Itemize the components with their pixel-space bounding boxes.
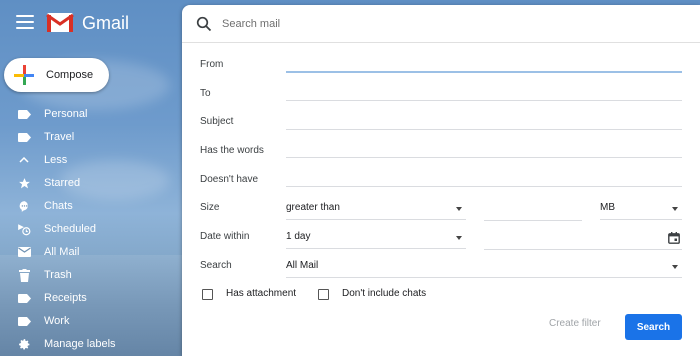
compose-button[interactable]: Compose [4,58,109,92]
search-in-select[interactable]: All Mail [286,256,682,278]
trash-icon [17,268,31,282]
size-unit-select[interactable]: MB [600,198,682,220]
calendar-icon[interactable] [668,231,680,244]
from-label: From [200,59,224,70]
search-icon[interactable] [196,16,212,32]
sidebar-item-label: Trash [44,269,72,281]
sidebar-item-label: Travel [44,131,75,143]
star-icon [17,176,31,190]
sidebar-item-receipts[interactable]: Receipts [0,287,180,309]
doesnt-have-field[interactable] [286,186,682,187]
has-attachment-label: Has attachment [226,288,297,299]
label-icon [17,314,31,328]
mail-icon [17,245,31,259]
date-within-value: 1 day [286,231,311,242]
dropdown-caret-icon [672,207,678,211]
dropdown-caret-icon [672,265,678,269]
sidebar-item-travel[interactable]: Travel [0,126,180,148]
advanced-search-panel: From To Subject Has the words Doesn't ha… [182,5,700,356]
dropdown-caret-icon [456,236,462,240]
search-input[interactable] [222,14,682,34]
has-words-label: Has the words [200,145,264,156]
sidebar-item-all-mail[interactable]: All Mail [0,241,180,263]
size-value-field[interactable] [484,220,582,221]
create-filter-button[interactable]: Create filter [549,318,601,329]
search-in-label: Search [200,260,232,271]
sidebar-item-label: Personal [44,108,88,120]
scheduled-icon [17,222,31,236]
chevron-up-icon [17,153,31,167]
gmail-logo-icon[interactable] [46,11,74,33]
gear-icon [17,337,31,351]
doesnt-have-label: Doesn't have [200,174,259,185]
sidebar-item-label: Receipts [44,292,87,304]
subject-label: Subject [200,116,234,127]
sidebar-item-label: Manage labels [44,338,116,350]
sidebar-item-label: Scheduled [44,223,96,235]
sidebar-item-less[interactable]: Less [0,149,180,171]
chat-icon [17,199,31,213]
sidebar-item-scheduled[interactable]: Scheduled [0,218,180,240]
size-unit-value: MB [600,202,615,213]
has-attachment-checkbox[interactable] [202,289,213,300]
search-button[interactable]: Search [625,314,682,340]
sidebar-item-work[interactable]: Work [0,310,180,332]
search-bar [182,5,700,43]
date-field[interactable] [484,249,682,250]
size-label: Size [200,202,220,213]
dropdown-caret-icon [456,207,462,211]
date-within-select[interactable]: 1 day [286,227,466,249]
sidebar-item-trash[interactable]: Trash [0,264,180,286]
sidebar-item-label: All Mail [44,246,80,258]
to-field[interactable] [286,100,682,101]
has-words-field[interactable] [286,157,682,158]
label-icon [17,107,31,121]
sidebar-item-label: Work [44,315,70,327]
dont-include-chats-label: Don't include chats [342,288,427,299]
date-within-label: Date within [200,231,250,242]
main-menu-icon[interactable] [16,15,34,31]
size-operator-value: greater than [286,202,340,213]
app-title: Gmail [82,13,130,33]
dont-include-chats-checkbox[interactable] [318,289,329,300]
sidebar-item-manage-labels[interactable]: Manage labels [0,333,180,355]
compose-label: Compose [46,69,94,81]
sidebar-item-label: Starred [44,177,81,189]
sidebar-item-label: Less [44,154,68,166]
subject-field[interactable] [286,129,682,130]
to-label: To [200,88,211,99]
label-icon [17,130,31,144]
from-field[interactable] [286,71,682,73]
sidebar-item-personal[interactable]: Personal [0,103,180,125]
sidebar-item-starred[interactable]: Starred [0,172,180,194]
label-icon [17,291,31,305]
size-operator-select[interactable]: greater than [286,198,466,220]
sidebar-item-label: Chats [44,200,73,212]
sidebar-item-chats[interactable]: Chats [0,195,180,217]
plus-icon [14,65,34,85]
search-in-value: All Mail [286,260,319,271]
